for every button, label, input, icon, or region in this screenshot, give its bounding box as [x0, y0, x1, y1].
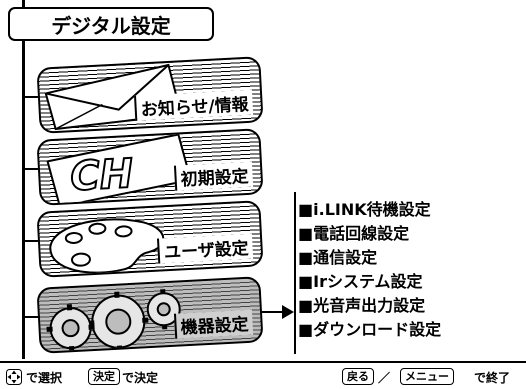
menu-item-label: 初期設定: [173, 161, 254, 191]
exit-hint: で終了: [474, 371, 511, 385]
page-title: デジタル設定: [8, 7, 214, 41]
menu-item-label: 機器設定: [173, 309, 254, 339]
ch-icon-text: CH: [69, 151, 134, 200]
decide-key: 決定: [88, 368, 120, 385]
tree-line: [22, 41, 25, 359]
submenu-item-download[interactable]: ダウンロード設定: [298, 318, 518, 342]
submenu-line: [294, 192, 296, 354]
dpad-icon: [6, 369, 22, 385]
menu-item-label: ユーザ設定: [157, 233, 254, 264]
page-title-text: デジタル設定: [51, 13, 171, 38]
back-key: 戻る: [342, 368, 374, 385]
bottom-help-bar: で選択 決定 で決定 戻る ／ メニュー で終了: [0, 361, 526, 389]
arrow-right-icon: [262, 305, 294, 319]
menu-item-device-settings[interactable]: 機器設定: [36, 276, 264, 354]
menu-item-initial-settings[interactable]: CH 初期設定: [36, 128, 264, 206]
separator: ／: [378, 371, 391, 385]
select-hint: で選択: [26, 371, 63, 385]
submenu-list: i.LINK待機設定 電話回線設定 通信設定 Irシステム設定 光音声出力設定 …: [298, 198, 518, 342]
submenu-item-phone-line[interactable]: 電話回線設定: [298, 222, 518, 246]
submenu-item-communication[interactable]: 通信設定: [298, 246, 518, 270]
decide-hint: で決定: [122, 371, 159, 385]
menu-item-user-settings[interactable]: ユーザ設定: [36, 200, 264, 278]
menu-item-notifications[interactable]: お知らせ/情報: [36, 56, 264, 134]
submenu-item-optical-audio[interactable]: 光音声出力設定: [298, 294, 518, 318]
submenu-item-ir-system[interactable]: Irシステム設定: [298, 270, 518, 294]
submenu-item-ilink[interactable]: i.LINK待機設定: [298, 198, 518, 222]
tree-line-top: [22, 0, 25, 8]
menu-key: メニュー: [400, 368, 454, 385]
